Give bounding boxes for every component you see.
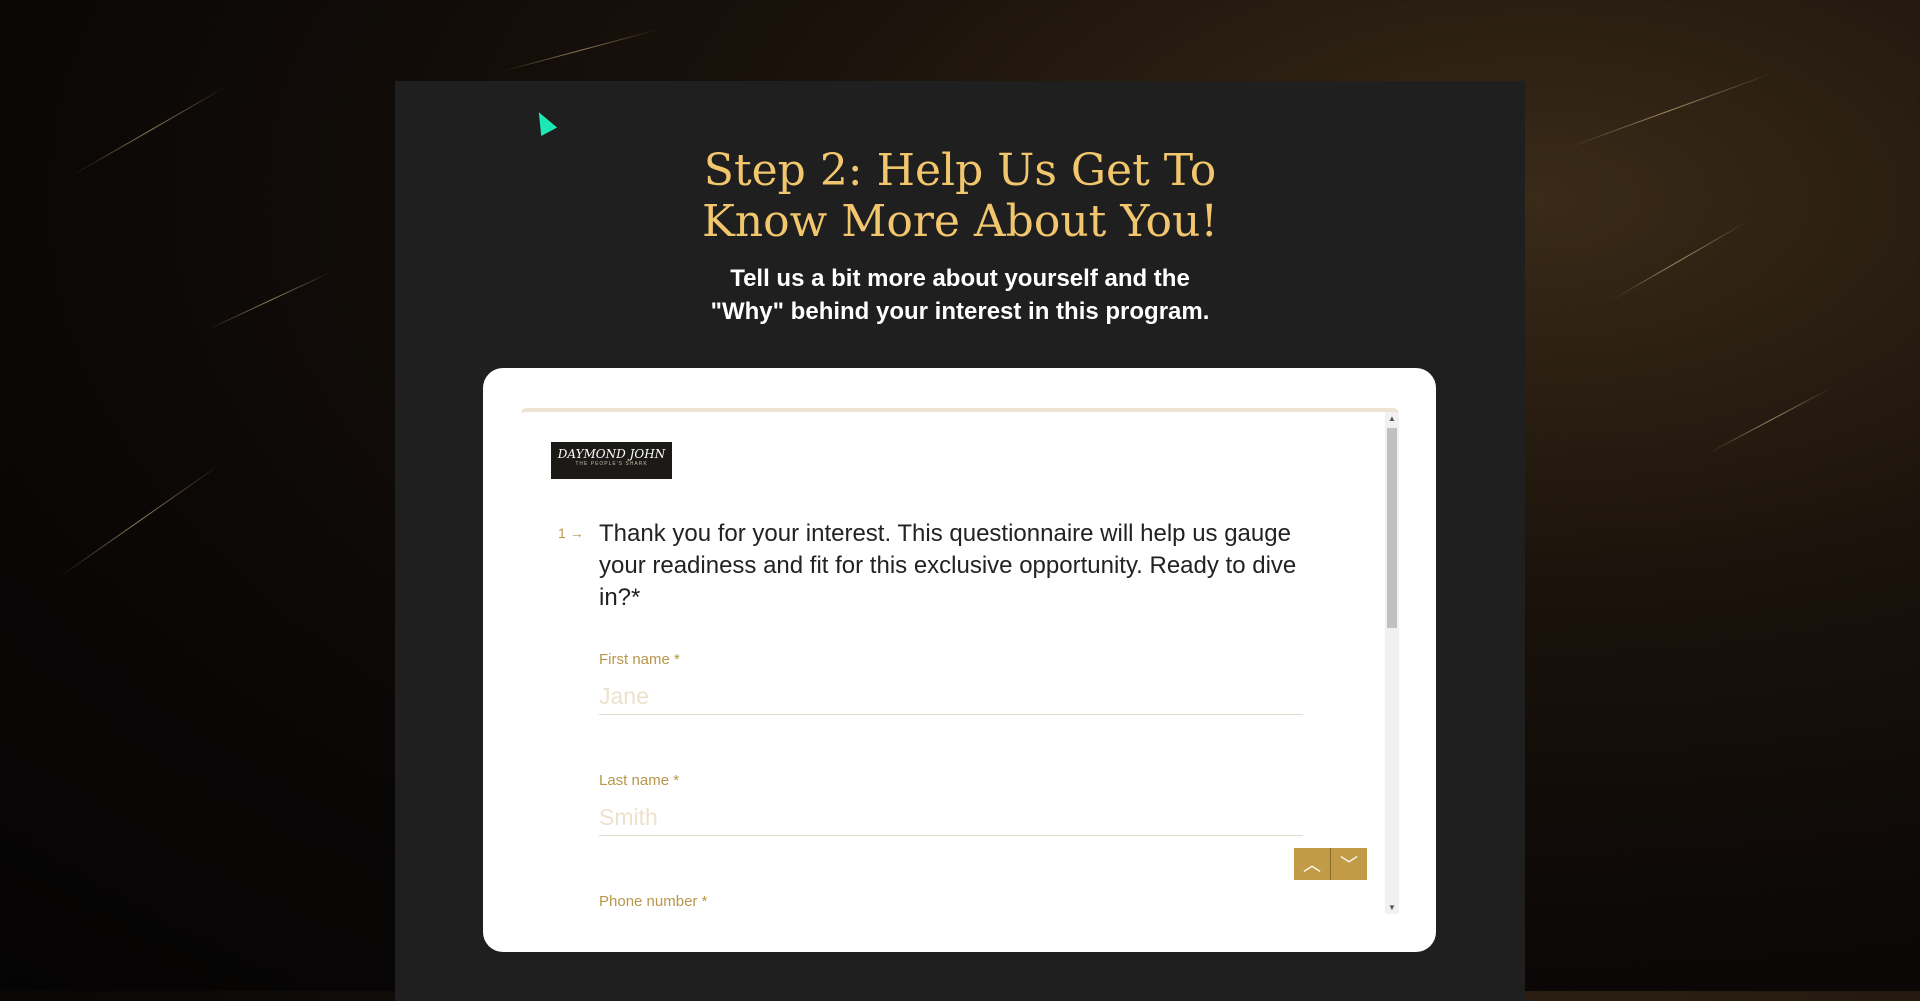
first-name-input[interactable] bbox=[599, 678, 1303, 715]
scroll-down-arrow-icon[interactable]: ▼ bbox=[1388, 903, 1396, 912]
page-title: Step 2: Help Us Get To Know More About Y… bbox=[0, 145, 1920, 247]
chevron-down-icon: ﹀ bbox=[1340, 855, 1358, 875]
question-number-text: 1 bbox=[558, 525, 566, 541]
last-name-input[interactable] bbox=[599, 799, 1303, 836]
brand-logo: DAYMOND JOHN THE PEOPLE'S SHARK bbox=[551, 442, 672, 479]
logo-tagline: THE PEOPLE'S SHARK bbox=[575, 461, 648, 467]
last-name-label: Last name * bbox=[599, 772, 680, 789]
form-embed: DAYMOND JOHN THE PEOPLE'S SHARK 1 → Than… bbox=[521, 408, 1399, 914]
scrollbar[interactable]: ▲ ▼ bbox=[1385, 412, 1399, 914]
scrollbar-thumb[interactable] bbox=[1387, 428, 1397, 628]
question-nav: ︿ ﹀ bbox=[1294, 848, 1367, 880]
phone-number-label: Phone number * bbox=[599, 893, 708, 910]
logo-name: DAYMOND JOHN bbox=[557, 447, 666, 461]
title-line-2: Know More About You! bbox=[701, 196, 1219, 247]
next-button[interactable]: ﹀ bbox=[1330, 848, 1367, 880]
question-number: 1 → bbox=[558, 525, 584, 541]
title-line-1: Step 2: Help Us Get To bbox=[703, 145, 1217, 196]
subtitle-line-2: "Why" behind your interest in this progr… bbox=[710, 298, 1210, 325]
subtitle-line-1: Tell us a bit more about yourself and th… bbox=[730, 265, 1190, 292]
question-text: Thank you for your interest. This questi… bbox=[599, 520, 1297, 611]
scroll-up-arrow-icon[interactable]: ▲ bbox=[1388, 414, 1396, 423]
first-name-label: First name * bbox=[599, 651, 680, 668]
previous-button[interactable]: ︿ bbox=[1294, 848, 1330, 880]
chevron-up-icon: ︿ bbox=[1303, 855, 1321, 875]
page-subtitle: Tell us a bit more about yourself and th… bbox=[0, 262, 1920, 328]
arrow-right-icon: → bbox=[569, 525, 584, 541]
